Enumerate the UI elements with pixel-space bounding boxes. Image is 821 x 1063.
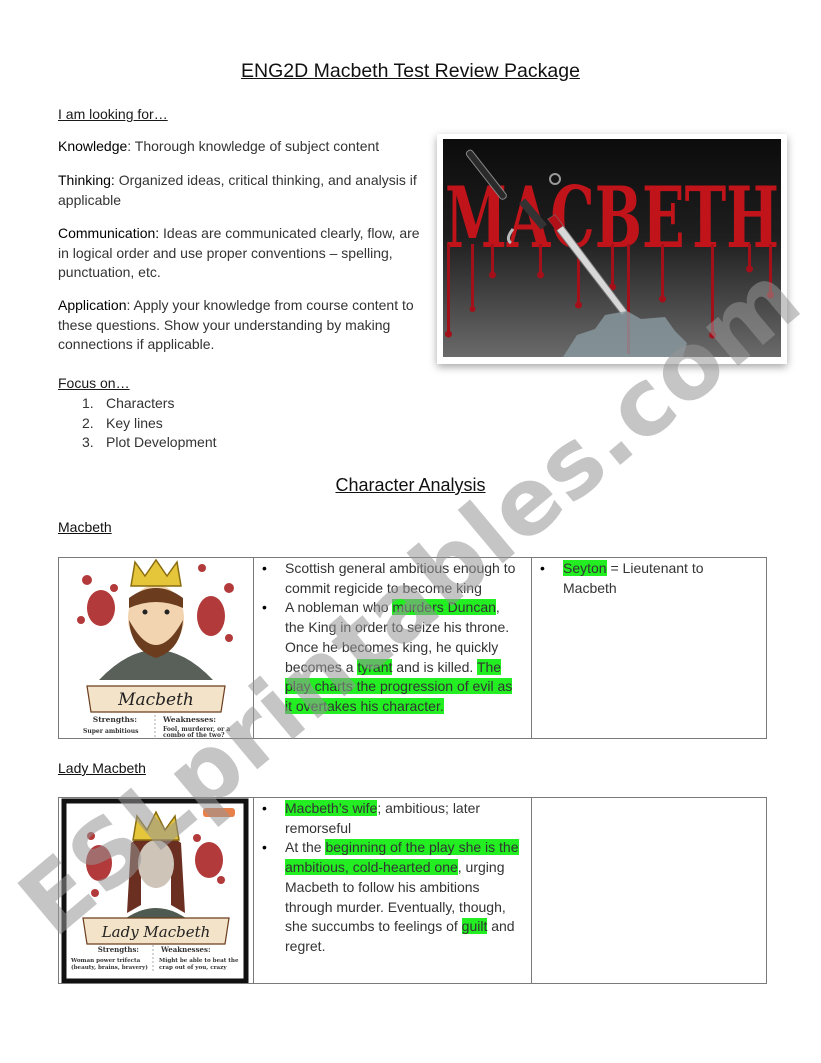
focus-item-text: Characters	[106, 395, 175, 411]
notes-list: Seyton = Lieutenant to Macbeth	[532, 559, 766, 598]
focus-heading: Focus on…	[58, 375, 130, 391]
description-list: Macbeth’s wife; ambitious; later remorse…	[254, 799, 531, 957]
document-title: ENG2D Macbeth Test Review Package	[241, 60, 580, 82]
focus-item-text: Plot Development	[106, 434, 217, 451]
brand-badge	[203, 808, 235, 817]
criterion-label: Knowledge	[58, 138, 128, 154]
focus-list: 1. Characters 2. Key lines 3. Plot Developm…	[82, 394, 217, 453]
criterion-label: Communication:	[58, 225, 160, 241]
focus-item-number: 1.	[82, 395, 94, 411]
table-row: Macbeth Strengths: Weaknesses: Super amb…	[58, 557, 767, 739]
character-table-lady-macbeth: Lady Macbeth Strengths: Weaknesses: Woma…	[58, 797, 767, 984]
weaknesses-label: Weaknesses:	[160, 945, 211, 954]
character-heading-macbeth: Macbeth	[58, 519, 112, 535]
looking-for-heading: I am looking for…	[58, 106, 168, 122]
focus-item: 3. Plot Development	[82, 433, 217, 453]
bullet-text: At the	[285, 839, 326, 856]
macbeth-character-card: Macbeth Strengths: Weaknesses: Super amb…	[59, 558, 253, 738]
description-cell: Scottish general ambitious enough to com…	[253, 557, 532, 739]
weaknesses-label: Weaknesses:	[162, 715, 216, 724]
focus-item: 2. Key lines	[82, 414, 217, 434]
bullet-text: and is killed.	[392, 658, 477, 675]
strengths-text: Woman power trifecta	[70, 958, 141, 964]
description-cell: Macbeth’s wife; ambitious; later remorse…	[253, 797, 532, 984]
strengths-text: (beauty, brains, bravery)	[71, 964, 148, 971]
focus-item-number: 2.	[82, 414, 94, 431]
bullet-text: Scottish general ambitious enough to com…	[285, 560, 516, 596]
lady-macbeth-portrait: Lady Macbeth Strengths: Weaknesses: Woma…	[59, 798, 253, 983]
face	[138, 840, 174, 888]
criterion-thinking: Thinking: Organized ideas, critical thin…	[58, 171, 430, 210]
character-table-macbeth: Macbeth Strengths: Weaknesses: Super amb…	[58, 557, 767, 739]
weaknesses-text: combo of the two?	[163, 732, 225, 738]
card-title: Macbeth	[117, 690, 194, 710]
highlighted-text: Macbeth’s wife	[285, 800, 378, 816]
criterion-text: Thorough knowledge of subject content	[131, 138, 380, 154]
document-page: ENG2D Macbeth Test Review Package I am l…	[0, 0, 821, 1063]
bullet-item: Macbeth’s wife; ambitious; later remorse…	[254, 799, 523, 838]
poster-graphic: MACBETH	[443, 139, 781, 357]
bullet-item: A nobleman who murders Duncan, the King …	[254, 598, 523, 716]
character-heading-lady-macbeth: Lady Macbeth	[58, 760, 146, 776]
strengths-label: Strengths:	[98, 945, 139, 954]
focus-item-number: 3.	[82, 434, 94, 451]
weaknesses-text: Might be able to beat the	[159, 958, 239, 964]
highlighted-text: tyrant	[357, 658, 393, 675]
bullet-item: Scottish general ambitious enough to com…	[254, 559, 523, 598]
character-analysis-heading: Character Analysis	[335, 475, 486, 495]
criterion-knowledge: Knowledge: Thorough knowledge of subject…	[58, 137, 430, 157]
card-title: Lady Macbeth	[101, 923, 211, 941]
strengths-label: Strengths:	[93, 715, 137, 724]
bullet-text: A nobleman who	[285, 599, 393, 616]
criterion-application: Application: Apply your knowledge from c…	[58, 296, 430, 355]
table-row: Lady Macbeth Strengths: Weaknesses: Woma…	[58, 797, 767, 984]
character-card-cell: Lady Macbeth Strengths: Weaknesses: Woma…	[58, 797, 254, 984]
criterion-label: Thinking:	[58, 172, 115, 188]
character-card-cell: Macbeth Strengths: Weaknesses: Super amb…	[58, 557, 254, 739]
highlighted-text: murders Duncan	[392, 599, 496, 616]
criterion-label: Application	[58, 297, 127, 313]
description-list: Scottish general ambitious enough to com…	[254, 559, 531, 717]
macbeth-poster-image: MACBETH	[437, 134, 787, 364]
lady-macbeth-character-card: Lady Macbeth Strengths: Weaknesses: Woma…	[59, 798, 253, 983]
highlighted-text: Seyton	[563, 560, 607, 576]
weaknesses-text: crap out of you, crazy	[159, 965, 227, 971]
criterion-communication: Communication: Ideas are communicated cl…	[58, 224, 430, 283]
strengths-text: Super ambitious	[83, 728, 139, 735]
bullet-item: Seyton = Lieutenant to Macbeth	[532, 559, 758, 598]
highlighted-text: guilt	[461, 918, 488, 935]
notes-cell	[531, 797, 767, 984]
focus-item-text: Key lines	[106, 414, 163, 431]
macbeth-portrait: Macbeth Strengths: Weaknesses: Super amb…	[59, 558, 253, 738]
notes-cell: Seyton = Lieutenant to Macbeth	[531, 557, 767, 739]
focus-item: 1. Characters	[82, 394, 217, 414]
bullet-item: At the beginning of the play she is the …	[254, 838, 523, 956]
